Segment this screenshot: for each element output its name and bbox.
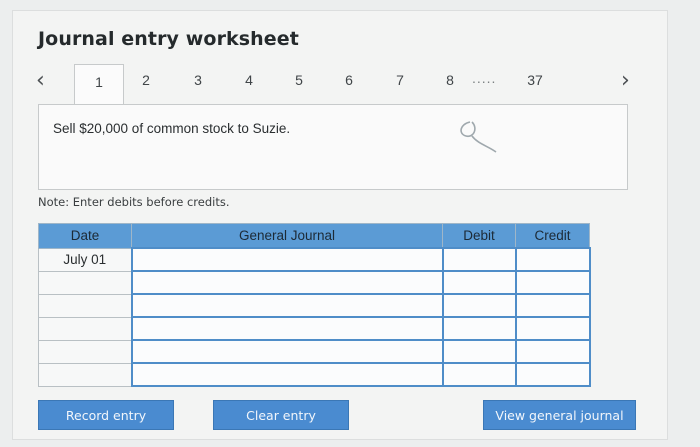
tab-37[interactable]: 37 bbox=[515, 72, 555, 88]
credit-input[interactable] bbox=[514, 293, 591, 318]
general-journal-column-header: General Journal bbox=[131, 223, 443, 249]
table-row bbox=[38, 362, 591, 387]
credit-column-header: Credit bbox=[515, 223, 590, 249]
account-input[interactable] bbox=[130, 270, 444, 295]
tab-8[interactable]: 8 bbox=[430, 72, 470, 88]
debit-input[interactable] bbox=[441, 316, 517, 341]
credit-input[interactable] bbox=[514, 362, 591, 387]
date-cell[interactable] bbox=[38, 270, 132, 295]
date-cell[interactable] bbox=[38, 316, 132, 341]
view-general-journal-button[interactable]: View general journal bbox=[483, 400, 636, 430]
debit-column-header: Debit bbox=[442, 223, 516, 249]
transaction-description: Sell $20,000 of common stock to Suzie. bbox=[53, 121, 291, 136]
tabs-ellipsis: ..... bbox=[472, 70, 497, 86]
tab-6[interactable]: 6 bbox=[329, 72, 369, 88]
tab-2[interactable]: 2 bbox=[126, 72, 166, 88]
account-input[interactable] bbox=[130, 316, 444, 341]
journal-entry-table: Date General Journal Debit Credit July 0… bbox=[38, 223, 591, 387]
tab-3[interactable]: 3 bbox=[178, 72, 218, 88]
clear-entry-button[interactable]: Clear entry bbox=[213, 400, 349, 430]
account-input[interactable] bbox=[130, 293, 444, 318]
tab-1[interactable]: 1 bbox=[74, 64, 124, 106]
date-column-header: Date bbox=[38, 223, 132, 249]
table-header-row: Date General Journal Debit Credit bbox=[38, 223, 590, 249]
table-row bbox=[38, 293, 591, 318]
credit-input[interactable] bbox=[514, 270, 591, 295]
page-title: Journal entry worksheet bbox=[38, 28, 299, 50]
debit-input[interactable] bbox=[441, 362, 517, 387]
date-cell[interactable] bbox=[38, 293, 132, 318]
chevron-left-icon[interactable]: ‹ bbox=[36, 68, 45, 93]
tab-7[interactable]: 7 bbox=[380, 72, 420, 88]
table-row bbox=[38, 270, 591, 295]
date-cell[interactable] bbox=[38, 362, 132, 387]
table-row: July 01 bbox=[38, 247, 591, 272]
record-entry-button[interactable]: Record entry bbox=[38, 400, 174, 430]
debit-input[interactable] bbox=[441, 339, 517, 364]
credit-input[interactable] bbox=[514, 339, 591, 364]
debit-input[interactable] bbox=[441, 247, 517, 272]
credit-input[interactable] bbox=[514, 247, 591, 272]
table-row bbox=[38, 339, 591, 364]
tab-5[interactable]: 5 bbox=[279, 72, 319, 88]
date-cell[interactable] bbox=[38, 339, 132, 364]
instruction-note: Note: Enter debits before credits. bbox=[38, 195, 230, 209]
account-input[interactable] bbox=[130, 339, 444, 364]
debit-input[interactable] bbox=[441, 270, 517, 295]
credit-input[interactable] bbox=[514, 316, 591, 341]
transaction-description-box: Sell $20,000 of common stock to Suzie. bbox=[38, 104, 628, 190]
account-input[interactable] bbox=[130, 362, 444, 387]
tab-strip: ‹ 1 2 3 4 5 6 7 8 ..... 37 › bbox=[32, 62, 642, 106]
pen-scribble-mark bbox=[460, 121, 497, 153]
tab-4[interactable]: 4 bbox=[229, 72, 269, 88]
debit-input[interactable] bbox=[441, 293, 517, 318]
table-row bbox=[38, 316, 591, 341]
account-input[interactable] bbox=[130, 247, 444, 272]
chevron-right-icon[interactable]: › bbox=[621, 68, 630, 93]
date-cell[interactable]: July 01 bbox=[38, 247, 132, 272]
